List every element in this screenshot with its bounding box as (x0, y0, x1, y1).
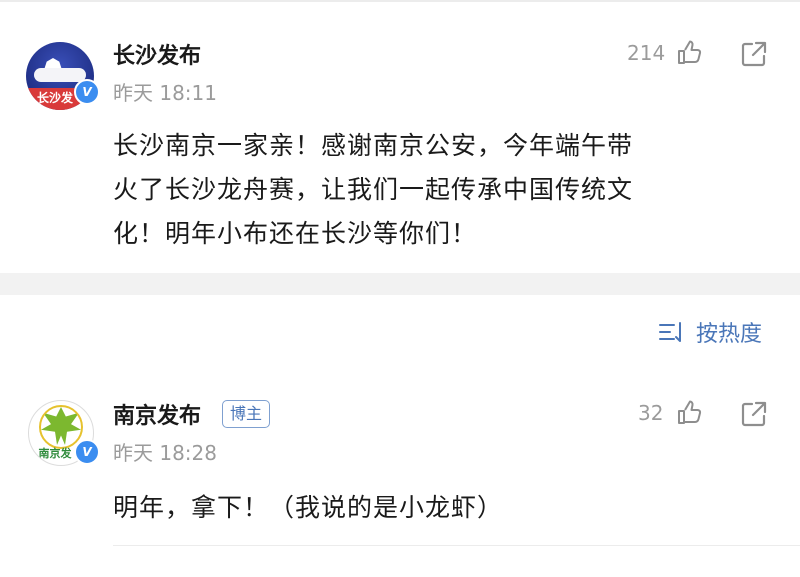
post-content: 长沙南京一家亲！感谢南京公安，今年端午带 火了长沙龙舟赛，让我们一起传承中国传统… (113, 124, 763, 256)
share-icon[interactable] (740, 400, 768, 428)
sort-icon (659, 322, 681, 342)
section-separator (0, 273, 800, 295)
share-icon[interactable] (740, 40, 768, 68)
sort-label: 按热度 (696, 322, 763, 347)
thumbs-up-icon[interactable] (676, 40, 702, 66)
verified-icon: V (74, 79, 100, 105)
post-content-line: 化！明年小布还在长沙等你们！ (113, 219, 478, 248)
comment-like-count: 32 (638, 401, 664, 425)
comment-divider (113, 545, 800, 546)
author-badge: 博主 (222, 400, 271, 428)
comment-timestamp: 昨天 18:28 (113, 441, 217, 465)
post-like-count: 214 (627, 41, 666, 65)
post-content-line: 火了长沙龙舟赛，让我们一起传承中国传统文 (113, 175, 634, 204)
comment-author-name[interactable]: 南京发布 (113, 398, 201, 430)
thumbs-up-icon[interactable] (676, 400, 702, 426)
post-content-line: 长沙南京一家亲！感谢南京公安，今年端午带 (113, 131, 634, 160)
post-timestamp: 昨天 18:11 (113, 81, 217, 105)
comment-content: 明年，拿下！（我说的是小龙虾） (113, 493, 504, 522)
top-divider (0, 0, 800, 2)
post-author-name[interactable]: 长沙发布 (113, 38, 201, 70)
sort-by-hot-button[interactable]: 按热度 (658, 315, 762, 349)
verified-icon: V (74, 439, 100, 465)
cloud-graphic (34, 68, 86, 82)
